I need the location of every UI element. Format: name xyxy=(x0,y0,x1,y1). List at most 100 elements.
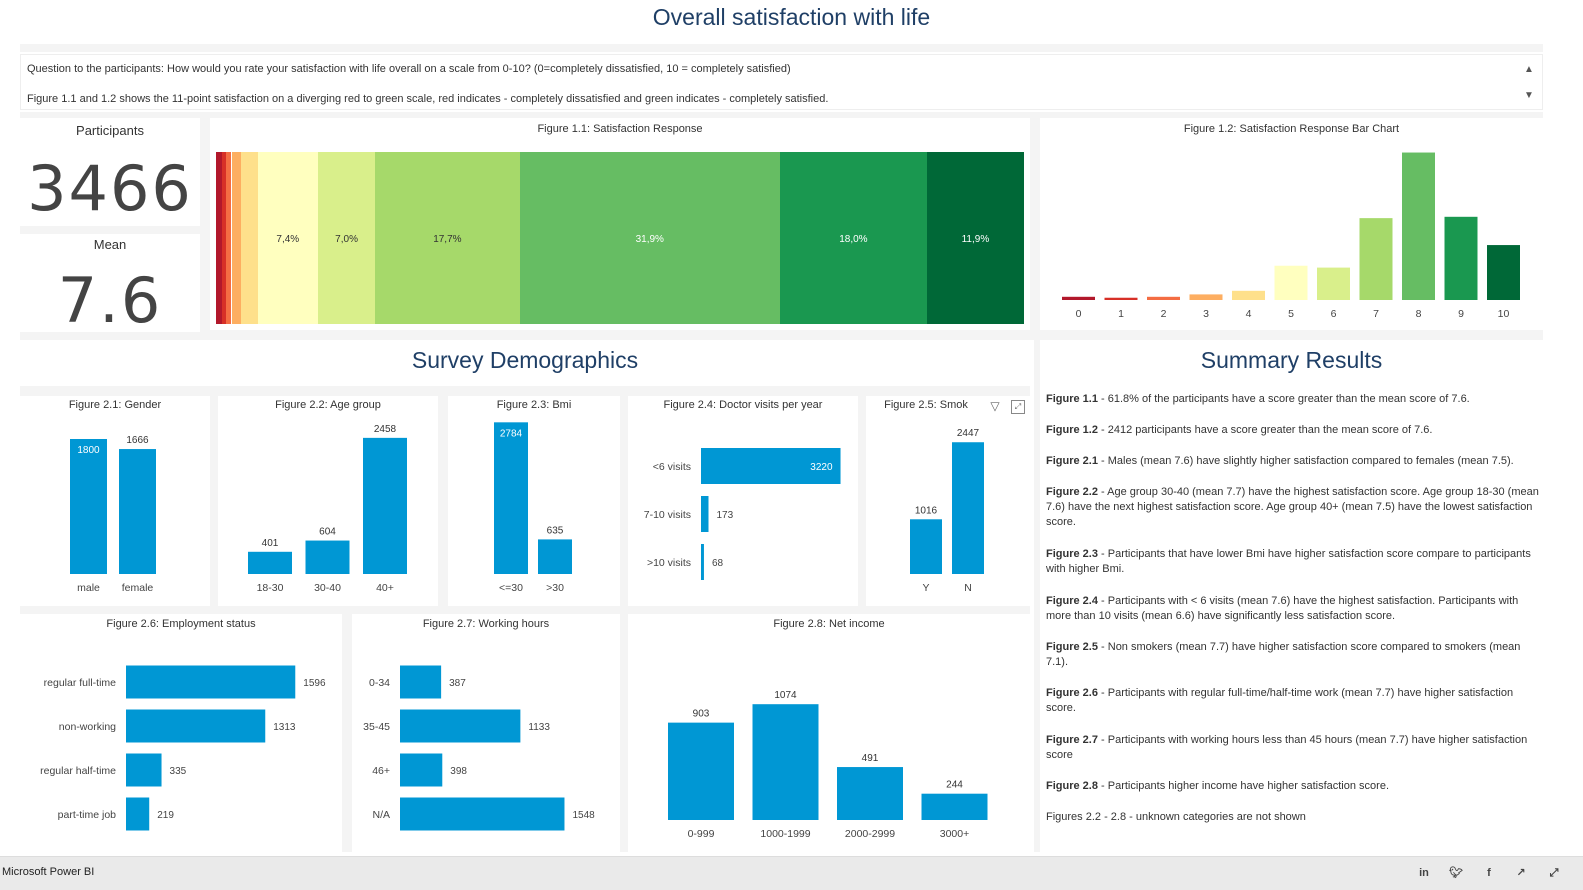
fig11-title: Figure 1.1: Satisfaction Response xyxy=(537,123,703,135)
bar xyxy=(305,540,350,574)
participants-card: Participants 3466 xyxy=(20,118,200,226)
x-tick-label: 0-999 xyxy=(688,828,715,840)
fig21-chart: 1800 male 1666 female xyxy=(70,435,156,594)
bar xyxy=(1232,290,1265,300)
fig12-card[interactable]: Figure 1.2: Satisfaction Response Bar Ch… xyxy=(1040,118,1543,330)
y-tick-label: <6 visits xyxy=(653,461,691,473)
fullscreen-icon[interactable]: ⤢ xyxy=(1546,865,1562,881)
bar-value-label: 335 xyxy=(170,766,187,777)
fig11-segment[interactable] xyxy=(241,152,258,324)
summary-footnote: Figures 2.2 - 2.8 - unknown categories a… xyxy=(1046,811,1306,823)
bar xyxy=(1189,294,1223,300)
summary-item-figure: Figure 2.7 xyxy=(1046,734,1098,746)
bar-value-label: 219 xyxy=(157,810,174,821)
bar xyxy=(1147,296,1180,300)
page-title: Overall satisfaction with life xyxy=(652,4,931,30)
fig11-segment[interactable]: 17,7% xyxy=(375,152,520,324)
y-tick-label: 0-34 xyxy=(369,677,390,689)
summary-item: Figure 2.8 - Participants higher income … xyxy=(1046,779,1542,794)
fig25-chart: 1016 Y 2447 N xyxy=(910,428,984,594)
fig27-chart: 0-34 387 35-45 1133 46+ 398 N/A 1548 xyxy=(363,665,595,831)
summary-item-figure: Figure 2.8 xyxy=(1046,780,1098,792)
fig22-card[interactable]: Figure 2.2: Age group 401 18-30 604 30-40 24… xyxy=(218,396,438,606)
bar xyxy=(1062,296,1095,300)
x-tick-label: 5 xyxy=(1288,308,1294,320)
share-icon[interactable]: ↗ xyxy=(1513,865,1529,881)
intro-scale-text: Figure 1.1 and 1.2 shows the 11-point sa… xyxy=(27,93,829,105)
bar-value-label: 1016 xyxy=(915,505,938,516)
bar xyxy=(668,722,734,820)
fig26-card[interactable]: Figure 2.6: Employment status regular fu… xyxy=(20,614,342,852)
x-tick-label: 40+ xyxy=(376,582,394,594)
fig22-title: Figure 2.2: Age group xyxy=(275,399,381,411)
bar-value-label: 1800 xyxy=(77,445,100,456)
summary-card[interactable]: Summary Results Figure 1.1 - 61.8% of th… xyxy=(1040,340,1543,852)
twitter-icon[interactable]: 🐦︎ xyxy=(1448,865,1464,881)
x-tick-label: <=30 xyxy=(499,582,523,594)
summary-item-figure: Figure 2.1 xyxy=(1046,455,1098,467)
participants-label: Participants xyxy=(76,123,144,138)
y-tick-label: non-working xyxy=(59,721,116,733)
fig11-segment[interactable]: 11,9% xyxy=(926,152,1024,324)
x-tick-label: >30 xyxy=(546,582,564,594)
fig23-card[interactable]: Figure 2.3: Bmi 2784 <=30 635 >30 xyxy=(448,396,620,606)
summary-item: Figure 1.1 - 61.8% of the participants h… xyxy=(1046,392,1542,407)
summary-item: Figure 2.1 - Males (mean 7.6) have sligh… xyxy=(1046,454,1542,469)
bar-value-label: 1666 xyxy=(126,435,149,446)
bar-value-label: 173 xyxy=(716,510,733,521)
fig11-segment[interactable]: 18,0% xyxy=(779,152,927,324)
summary-item-text: - Participants with regular full-time/ha… xyxy=(1046,687,1514,714)
bar-value-label: 635 xyxy=(547,525,564,536)
bar xyxy=(1402,152,1435,300)
fig24-card[interactable]: Figure 2.4: Doctor visits per year <6 vi… xyxy=(628,396,858,606)
fig28-chart: 903 0-999 1074 1000-1999 491 2000-2999 244 3000… xyxy=(668,690,988,840)
intro-textbox[interactable]: Question to the participants: How would … xyxy=(20,54,1543,110)
bar xyxy=(1487,245,1520,300)
fig11-segment[interactable]: 7,0% xyxy=(318,152,376,324)
fig27-card[interactable]: Figure 2.7: Working hours 0-34 387 35-45 11… xyxy=(352,614,620,852)
powerbi-brand-link[interactable]: Microsoft Power BI xyxy=(2,866,94,878)
y-tick-label: 46+ xyxy=(372,765,390,777)
fig11-card[interactable]: Figure 1.1: Satisfaction Response 7,4% 7,… xyxy=(210,118,1030,330)
summary-item-text: - 2412 participants have a score greater… xyxy=(1097,424,1433,436)
x-tick-label: Y xyxy=(922,582,929,594)
bar xyxy=(119,449,156,574)
bar xyxy=(752,704,819,820)
linkedin-icon[interactable]: in xyxy=(1416,865,1432,881)
bar xyxy=(538,539,572,574)
x-tick-label: 3000+ xyxy=(940,828,970,840)
fig11-segment[interactable] xyxy=(231,152,242,324)
fig21-card[interactable]: Figure 2.1: Gender 1800 male 1666 female xyxy=(20,396,210,606)
focus-mode-icon[interactable]: ⤢ xyxy=(1011,400,1025,414)
summary-item: Figure 2.4 - Participants with < 6 visit… xyxy=(1046,594,1542,624)
summary-item-figure: Figure 2.5 xyxy=(1046,641,1098,653)
x-tick-label: 30-40 xyxy=(314,582,341,594)
summary-item-text: - Participants higher income have higher… xyxy=(1097,780,1390,792)
fig25-card[interactable]: Figure 2.5: Smok ▽ ⤢ 1016 Y 2447 N xyxy=(866,396,1030,606)
fig11-segment[interactable]: 7,4% xyxy=(257,152,318,324)
fig12-title: Figure 1.2: Satisfaction Response Bar Ch… xyxy=(1183,123,1400,135)
fig11-stacked-bar[interactable]: 7,4% 7,0% 17,7% 31,9% 18,0% 11,9% xyxy=(216,152,1024,324)
fig11-segment[interactable]: 31,9% xyxy=(519,152,780,324)
facebook-icon[interactable]: f xyxy=(1481,865,1497,881)
scroll-down-icon[interactable]: ▼ xyxy=(1522,89,1536,103)
x-tick-label: female xyxy=(122,582,154,594)
summary-item-figure: Figure 1.2 xyxy=(1046,424,1098,436)
fig23-chart: 2784 <=30 635 >30 xyxy=(494,422,572,594)
filter-icon[interactable]: ▽ xyxy=(988,400,1002,414)
x-tick-label: 2000-2999 xyxy=(845,828,895,840)
summary-item: Figure 2.3 - Participants that have lowe… xyxy=(1046,547,1542,577)
fig22-chart: 401 18-30 604 30-40 2458 40+ xyxy=(248,424,407,594)
summary-item-figure: Figure 2.6 xyxy=(1046,687,1098,699)
fig28-card[interactable]: Figure 2.8: Net income 903 0-999 1074 1000-… xyxy=(628,614,1030,852)
demographics-header-card: Survey Demographics xyxy=(20,340,1030,386)
y-tick-label: 7-10 visits xyxy=(644,509,691,521)
x-tick-label: 9 xyxy=(1458,308,1464,320)
bar xyxy=(494,422,528,574)
scroll-up-icon[interactable]: ▲ xyxy=(1522,63,1536,77)
summary-item-text: - Participants with < 6 visits (mean 7.6… xyxy=(1046,595,1519,622)
summary-item: Figure 2.2 - Age group 30-40 (mean 7.7) … xyxy=(1046,485,1542,530)
bar-value-label: 401 xyxy=(262,538,279,549)
fig21-title: Figure 2.1: Gender xyxy=(68,399,162,411)
x-tick-label: 3 xyxy=(1203,308,1209,320)
